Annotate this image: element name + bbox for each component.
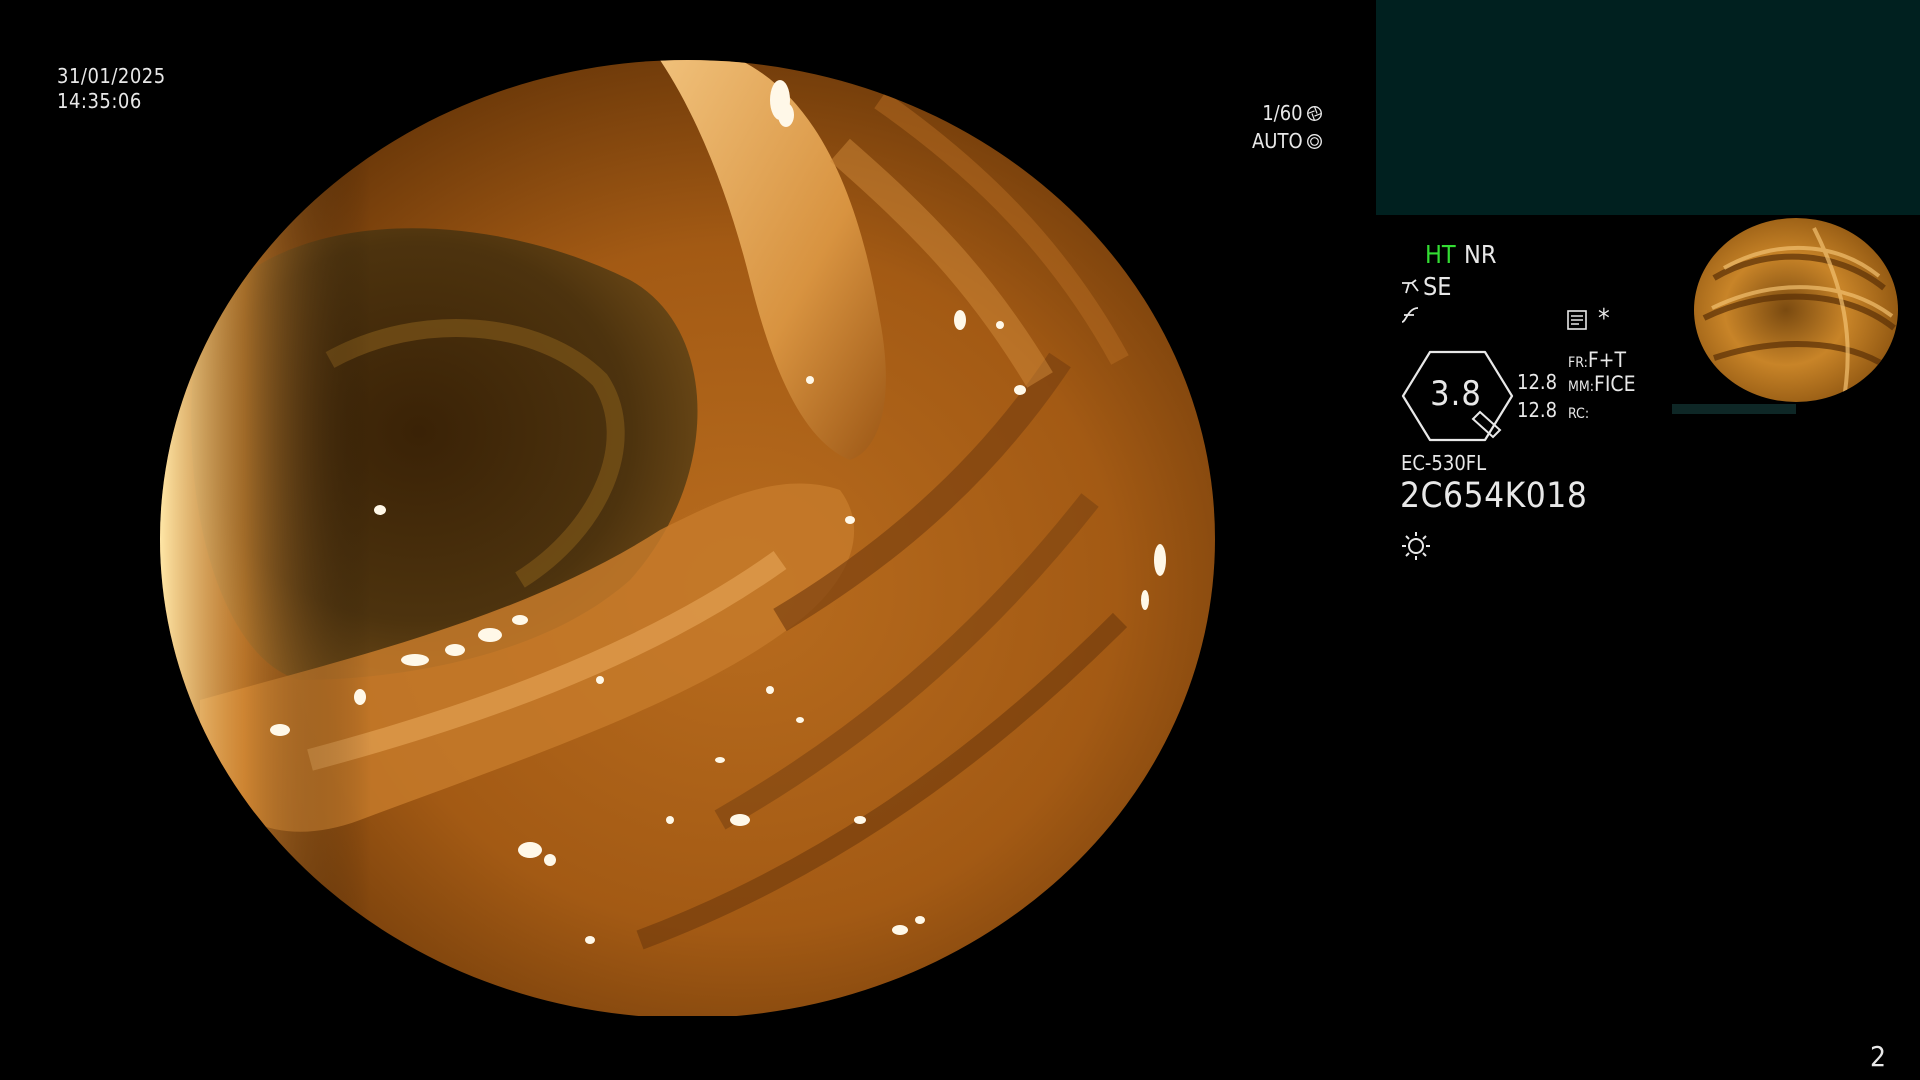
iris-ring-icon — [1306, 133, 1322, 149]
asterisk-indicator: * — [1598, 304, 1610, 334]
nr-indicator: NR — [1464, 240, 1497, 269]
exposure-info: 1/60 AUTO — [1252, 99, 1323, 155]
setting-key: MM: — [1568, 379, 1594, 395]
endoscope-image — [160, 60, 1215, 1018]
setting-fr: FR:F+T — [1568, 348, 1626, 372]
se-hand-icon — [1402, 278, 1419, 293]
memo-icon — [1567, 310, 1587, 330]
shutter-speed: 1/60 — [1262, 101, 1303, 125]
time-text: 14:35:06 — [57, 89, 142, 113]
iris-mode: AUTO — [1252, 129, 1303, 153]
shutter-ring-icon — [1306, 105, 1322, 121]
date-text: 31/01/2025 — [57, 64, 166, 88]
datetime: 31/01/2025 14:35:06 — [57, 64, 166, 114]
endoscope-view — [160, 60, 1215, 1018]
iris-row: AUTO — [1252, 127, 1323, 155]
setting-value: F+T — [1587, 348, 1627, 372]
sun-icon — [1402, 532, 1430, 560]
shutter-row: 1/60 — [1252, 99, 1323, 127]
setting-mm: MM:FICE — [1568, 372, 1636, 396]
readout-b: 12.8 — [1517, 398, 1558, 422]
scope-model: EC-530FL — [1401, 451, 1487, 475]
scope-mask-bottom — [0, 1016, 1920, 1080]
thumbnail-bar — [1672, 404, 1796, 414]
page-number: 2 — [1870, 1040, 1887, 1073]
thumbnail-scope-image — [1694, 218, 1898, 402]
thumbnail-image[interactable] — [1694, 218, 1898, 402]
setting-key: FR: — [1568, 355, 1588, 371]
ht-indicator: HT — [1425, 240, 1456, 269]
gauge-value: 3.8 — [1430, 374, 1482, 414]
info-panel — [1376, 0, 1920, 215]
setting-key: RC: — [1568, 406, 1590, 422]
scope-serial: 2C654K018 — [1400, 476, 1588, 516]
setting-rc: RC: — [1568, 399, 1589, 423]
se-indicator: SE — [1400, 272, 1452, 301]
setting-value: FICE — [1593, 372, 1636, 396]
readout-a: 12.8 — [1517, 370, 1558, 394]
se-text: SE — [1423, 272, 1452, 301]
curve-icon — [1401, 307, 1419, 323]
